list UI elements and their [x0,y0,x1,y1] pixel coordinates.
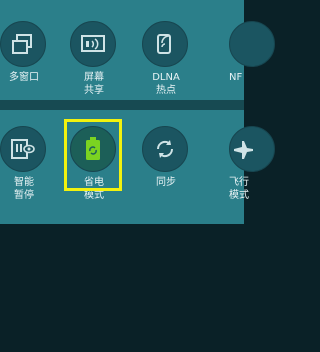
screen-mirroring-icon [70,21,116,67]
smart-pause-label: 智能 暂停 [14,177,34,201]
sync-icon [142,126,188,172]
smart-pause-icon [0,126,46,172]
nfc-label: NF [229,72,243,83]
airplane-icon [229,126,275,172]
row-separator [0,100,244,110]
dlna-hotspot-label: DLNA 热点 [152,72,180,96]
sync-label: 同步 [156,177,176,188]
multi-window-icon [0,21,46,67]
quick-settings-panel: 多窗口 屏幕 共享 DLNA 热点 NF 智能 暂停 省电 模式 同步 飞行 模… [0,0,275,224]
multi-window-label: 多窗口 [9,72,39,83]
dlna-hotspot-icon [142,21,188,67]
background-area [0,224,244,352]
screen-mirroring-label: 屏幕 共享 [84,72,104,96]
highlight-box [64,119,122,191]
airplane-label: 飞行 模式 [229,177,249,201]
nfc-icon [229,21,275,67]
